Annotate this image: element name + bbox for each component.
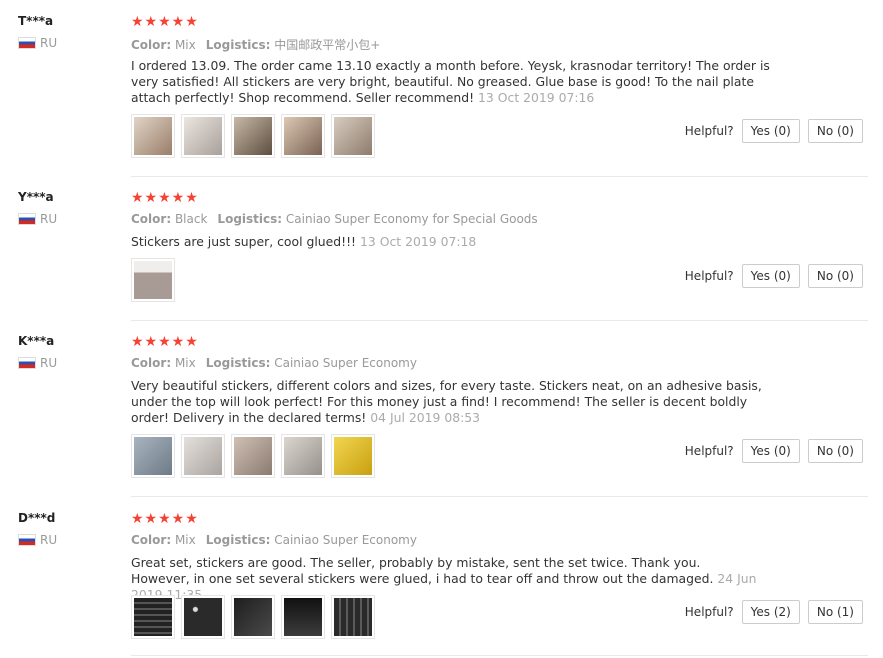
reviewer-name: K***a	[18, 334, 55, 348]
review-text: I ordered 13.09. The order came 13.10 ex…	[131, 58, 770, 105]
helpful-yes-button[interactable]: Yes (2)	[741, 600, 800, 624]
review-photo-thumbnail[interactable]	[131, 114, 175, 158]
reviewer-country: RU	[18, 356, 57, 370]
reviewer-name: Y***a	[18, 190, 54, 204]
review-text: Stickers are just super, cool glued!!! 13…	[131, 234, 477, 249]
helpful-yes-button[interactable]: Yes (0)	[741, 439, 800, 463]
star-rating: ★★★★★	[131, 511, 199, 527]
helpful-no-button[interactable]: No (0)	[807, 119, 863, 143]
review-photo-thumbnail[interactable]	[181, 114, 225, 158]
review-photos	[131, 595, 375, 639]
divider	[131, 320, 868, 321]
helpful-yes-button[interactable]: Yes (0)	[741, 119, 800, 143]
review-photo-thumbnail[interactable]	[281, 114, 325, 158]
russia-flag-icon	[18, 357, 36, 369]
star-rating: ★★★★★	[131, 190, 199, 206]
review-photo-thumbnail[interactable]	[331, 114, 375, 158]
review-text: Very beautiful stickers, different color…	[131, 378, 762, 425]
reviewer-country: RU	[18, 533, 57, 547]
helpful-no-button[interactable]: No (0)	[807, 439, 863, 463]
helpful-vote: Helpful? Yes (0) No (0)	[685, 439, 863, 463]
review-photos	[131, 114, 375, 158]
review-meta: Color: Mix Logistics: 中国邮政平常小包+	[131, 38, 381, 52]
helpful-vote: Helpful? Yes (0) No (0)	[685, 119, 863, 143]
review-meta: Color: Black Logistics: Cainiao Super Eco…	[131, 212, 538, 226]
helpful-vote: Helpful? Yes (2) No (1)	[685, 600, 863, 624]
russia-flag-icon	[18, 37, 36, 49]
reviewer-country: RU	[18, 36, 57, 50]
review-meta: Color: Mix Logistics: Cainiao Super Econo…	[131, 533, 417, 547]
reviewer-country: RU	[18, 212, 57, 226]
divider	[131, 496, 868, 497]
review-photo-thumbnail[interactable]	[131, 595, 175, 639]
review-photo-thumbnail[interactable]	[281, 595, 325, 639]
review-photo-thumbnail[interactable]	[331, 434, 375, 478]
review-photo-thumbnail[interactable]	[131, 434, 175, 478]
star-rating: ★★★★★	[131, 334, 199, 350]
russia-flag-icon	[18, 534, 36, 546]
divider	[131, 655, 868, 656]
reviewer-name: D***d	[18, 511, 56, 525]
helpful-no-button[interactable]: No (0)	[807, 264, 863, 288]
review-photo-thumbnail[interactable]	[331, 595, 375, 639]
star-rating: ★★★★★	[131, 14, 199, 30]
review-photo-thumbnail[interactable]	[181, 595, 225, 639]
review-date: 13 Oct 2019 07:16	[478, 90, 595, 105]
review-date: 04 Jul 2019 08:53	[370, 410, 481, 425]
helpful-yes-button[interactable]: Yes (0)	[741, 264, 800, 288]
review-photo-thumbnail[interactable]	[281, 434, 325, 478]
review-meta: Color: Mix Logistics: Cainiao Super Econo…	[131, 356, 417, 370]
review-photo-thumbnail[interactable]	[231, 434, 275, 478]
divider	[131, 176, 868, 177]
helpful-no-button[interactable]: No (1)	[807, 600, 863, 624]
review-photos	[131, 258, 175, 302]
review-photo-thumbnail[interactable]	[181, 434, 225, 478]
review-photo-thumbnail[interactable]	[131, 258, 175, 302]
helpful-vote: Helpful? Yes (0) No (0)	[685, 264, 863, 288]
review-photos	[131, 434, 375, 478]
russia-flag-icon	[18, 213, 36, 225]
review-photo-thumbnail[interactable]	[231, 595, 275, 639]
review-photo-thumbnail[interactable]	[231, 114, 275, 158]
review-date: 13 Oct 2019 07:18	[360, 234, 477, 249]
reviewer-name: T***a	[18, 14, 54, 28]
